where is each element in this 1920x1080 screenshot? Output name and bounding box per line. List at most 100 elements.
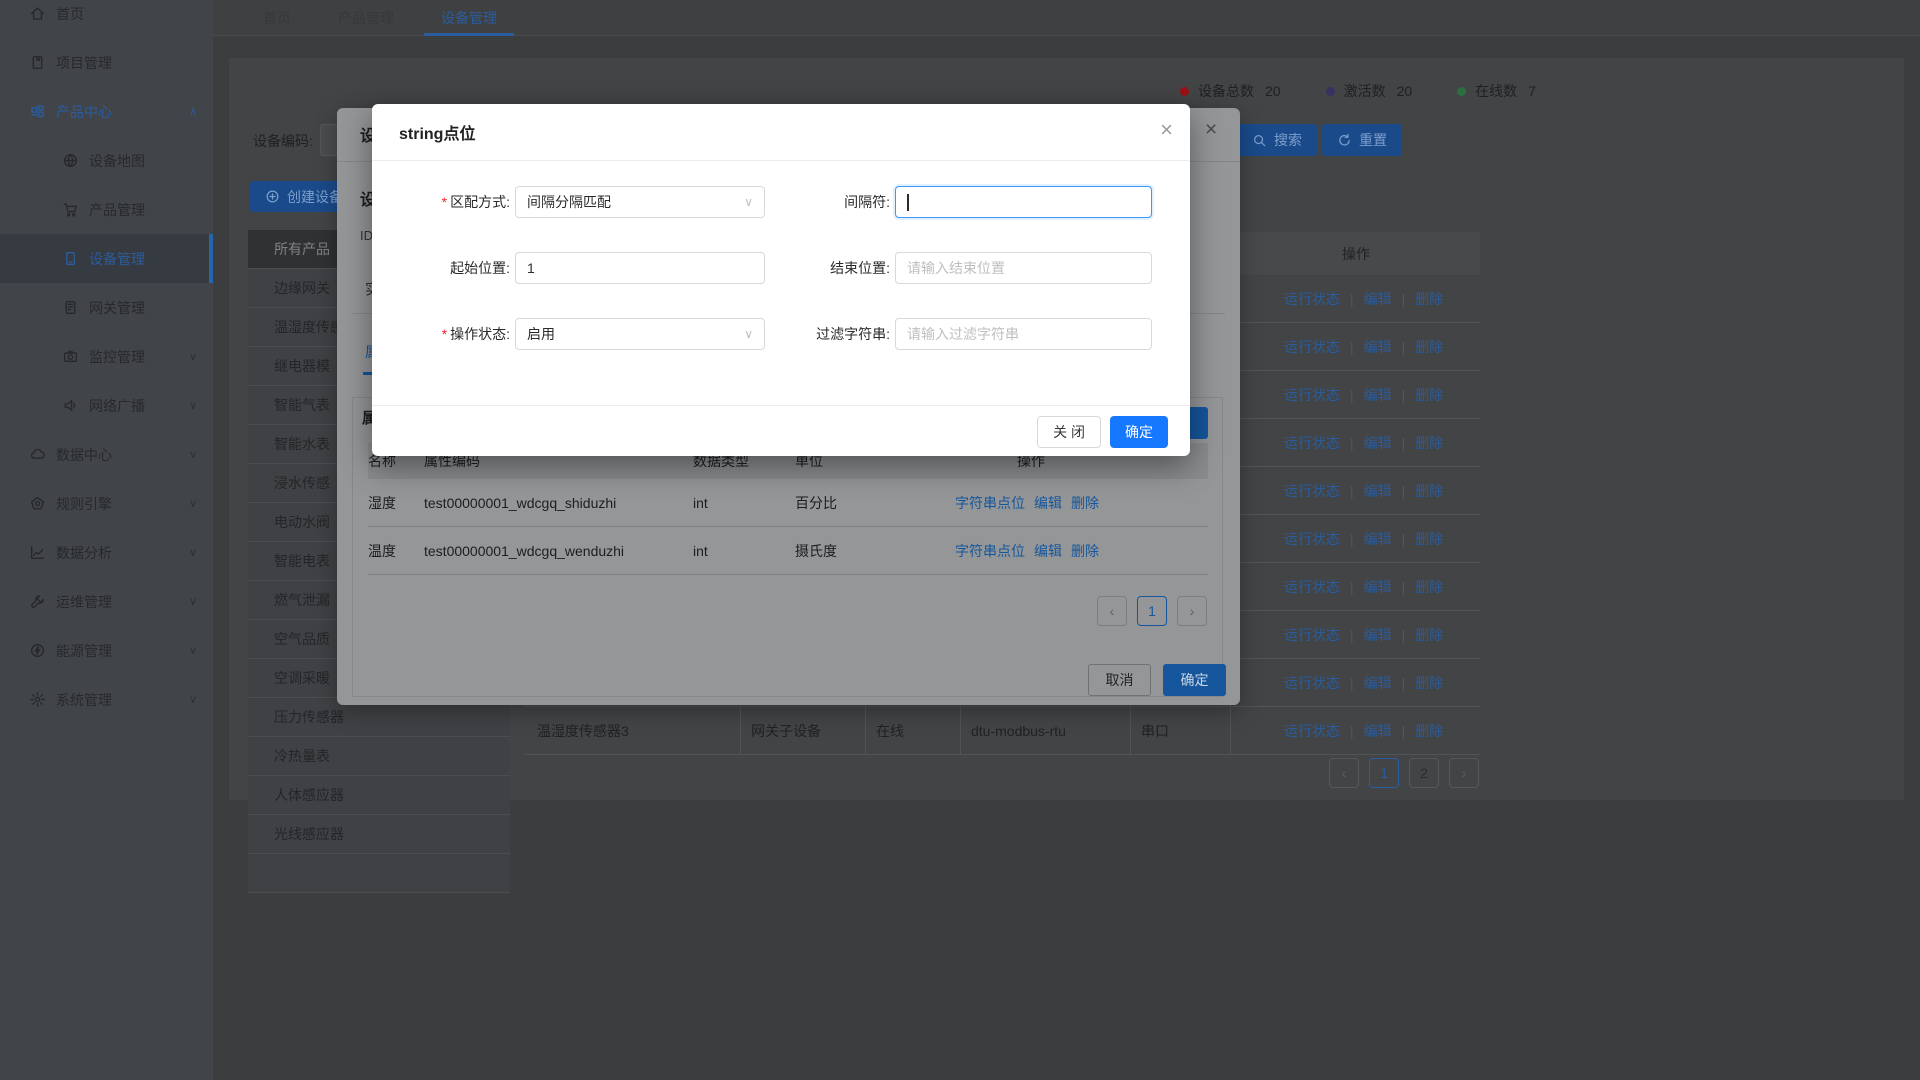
product-list-item[interactable]: 光线感应器	[248, 815, 510, 854]
sidebar-item-data-center[interactable]: 数据中心∨	[0, 430, 213, 479]
row-action-edit-link[interactable]: 编辑	[1364, 625, 1392, 645]
dialog-footer: 关 闭 确定	[372, 416, 1190, 448]
detail-cancel-button[interactable]: 取消	[1088, 664, 1151, 696]
sidebar-item-project-manage[interactable]: 项目管理	[0, 38, 213, 87]
row-action-delete-link[interactable]: 删除	[1415, 385, 1443, 405]
end-pos-input[interactable]: 请输入结束位置	[895, 252, 1152, 284]
status-dot-icon	[1180, 87, 1189, 96]
stat-在线数: 在线数7	[1457, 81, 1536, 101]
action-divider: |	[1402, 675, 1406, 691]
row-action-edit-link[interactable]: 编辑	[1364, 481, 1392, 501]
pentagon-icon	[29, 495, 46, 512]
sidebar-item-product-manage[interactable]: 产品管理	[0, 185, 213, 234]
pagination-next-button[interactable]: ›	[1449, 758, 1479, 788]
table-cell-actions: 运行状态|编辑|删除	[1230, 371, 1480, 418]
attr-action-delete-link[interactable]: 删除	[1071, 543, 1099, 559]
row-action-run-status-link[interactable]: 运行状态	[1284, 433, 1340, 453]
row-action-edit-link[interactable]: 编辑	[1364, 433, 1392, 453]
dialog-ok-button[interactable]: 确定	[1110, 416, 1168, 448]
row-action-delete-link[interactable]: 删除	[1415, 289, 1443, 309]
sidebar-item-network-broadcast[interactable]: 网络广播∨	[0, 381, 213, 430]
attr-pagination-page-1[interactable]: 1	[1137, 596, 1167, 626]
sidebar-item-label: 首页	[56, 4, 84, 24]
sidebar-item-device-manage[interactable]: 设备管理	[0, 234, 213, 283]
dialog-close-icon[interactable]: ×	[1160, 119, 1173, 141]
tab-home[interactable]: 首页	[246, 0, 308, 36]
pagination-prev-button[interactable]: ‹	[1329, 758, 1359, 788]
row-action-run-status-link[interactable]: 运行状态	[1284, 625, 1340, 645]
dialog-close-button[interactable]: 关 闭	[1037, 416, 1101, 448]
action-divider: |	[1402, 435, 1406, 451]
row-action-delete-link[interactable]: 删除	[1415, 625, 1443, 645]
sidebar-item-monitor-manage[interactable]: 监控管理∨	[0, 332, 213, 381]
search-button[interactable]: 搜索	[1237, 124, 1317, 156]
sidebar-item-gateway-manage[interactable]: 网关管理	[0, 283, 213, 332]
reset-button[interactable]: 重置	[1322, 124, 1402, 156]
row-action-edit-link[interactable]: 编辑	[1364, 385, 1392, 405]
row-action-run-status-link[interactable]: 运行状态	[1284, 385, 1340, 405]
filter-str-label: 过滤字符串:	[732, 318, 890, 350]
attr-pagination-next-button[interactable]: ›	[1177, 596, 1207, 626]
attr-action-string-point-link[interactable]: 字符串点位	[955, 495, 1025, 511]
chart-icon	[29, 544, 46, 561]
row-action-edit-link[interactable]: 编辑	[1364, 337, 1392, 357]
row-action-run-status-link[interactable]: 运行状态	[1284, 481, 1340, 501]
sidebar-item-system-manage[interactable]: 系统管理∨	[0, 675, 213, 724]
row-action-delete-link[interactable]: 删除	[1415, 337, 1443, 357]
tab-product-manage[interactable]: 产品管理	[321, 0, 411, 36]
row-action-edit-link[interactable]: 编辑	[1364, 673, 1392, 693]
table-cell: 网关子设备	[740, 707, 865, 754]
required-mark: *	[442, 326, 447, 342]
tab-device-manage[interactable]: 设备管理	[424, 0, 514, 36]
row-action-edit-link[interactable]: 编辑	[1364, 289, 1392, 309]
pagination-page-1[interactable]: 1	[1369, 758, 1399, 788]
row-action-run-status-link[interactable]: 运行状态	[1284, 577, 1340, 597]
product-list-item[interactable]	[248, 854, 510, 893]
detail-modal-close-icon[interactable]: ×	[1205, 119, 1217, 140]
attr-action-delete-link[interactable]: 删除	[1071, 495, 1099, 511]
sidebar-item-rule-engine[interactable]: 规则引擎∨	[0, 479, 213, 528]
pagination-page-2[interactable]: 2	[1409, 758, 1439, 788]
product-list-item[interactable]: 冷热量表	[248, 737, 510, 776]
attr-pagination-prev-button[interactable]: ‹	[1097, 596, 1127, 626]
row-action-delete-link[interactable]: 删除	[1415, 529, 1443, 549]
sidebar-item-data-analysis[interactable]: 数据分析∨	[0, 528, 213, 577]
row-action-run-status-link[interactable]: 运行状态	[1284, 337, 1340, 357]
row-action-run-status-link[interactable]: 运行状态	[1284, 289, 1340, 309]
table-cell-actions: 运行状态|编辑|删除	[1230, 419, 1480, 466]
row-action-run-status-link[interactable]: 运行状态	[1284, 673, 1340, 693]
row-action-delete-link[interactable]: 删除	[1415, 577, 1443, 597]
separator-input[interactable]	[895, 186, 1152, 218]
row-action-edit-link[interactable]: 编辑	[1364, 577, 1392, 597]
detail-ok-button[interactable]: 确定	[1163, 664, 1226, 696]
filter-str-input[interactable]: 请输入过滤字符串	[895, 318, 1152, 350]
attr-action-edit-link[interactable]: 编辑	[1034, 543, 1062, 559]
row-action-run-status-link[interactable]: 运行状态	[1284, 721, 1340, 741]
project-icon	[29, 54, 46, 71]
create-device-label: 创建设备	[287, 187, 343, 207]
sidebar-item-home[interactable]: 首页	[0, 0, 213, 38]
row-action-edit-link[interactable]: 编辑	[1364, 721, 1392, 741]
sidebar-item-ops-manage[interactable]: 运维管理∨	[0, 577, 213, 626]
attr-action-edit-link[interactable]: 编辑	[1034, 495, 1062, 511]
row-action-edit-link[interactable]: 编辑	[1364, 529, 1392, 549]
sidebar-item-label: 数据分析	[56, 543, 112, 563]
row-action-delete-link[interactable]: 删除	[1415, 721, 1443, 741]
row-action-delete-link[interactable]: 删除	[1415, 673, 1443, 693]
match-mode-select[interactable]: 间隔分隔匹配 ∨	[515, 186, 765, 218]
row-action-run-status-link[interactable]: 运行状态	[1284, 529, 1340, 549]
product-list-item[interactable]: 人体感应器	[248, 776, 510, 815]
sidebar-item-product-center[interactable]: 产品中心∧	[0, 87, 213, 136]
op-state-select[interactable]: 启用 ∨	[515, 318, 765, 350]
required-mark: *	[442, 194, 447, 210]
sidebar-item-device-map[interactable]: 设备地图	[0, 136, 213, 185]
row-action-delete-link[interactable]: 删除	[1415, 433, 1443, 453]
stat-value: 20	[1265, 83, 1281, 99]
row-action-delete-link[interactable]: 删除	[1415, 481, 1443, 501]
attr-action-string-point-link[interactable]: 字符串点位	[955, 543, 1025, 559]
app-root: 首页项目管理产品中心∧设备地图产品管理设备管理网关管理监控管理∨网络广播∨数据中…	[0, 0, 1920, 1080]
start-pos-input[interactable]: 1	[515, 252, 765, 284]
attribute-cell-actions: 字符串点位编辑删除	[955, 493, 1208, 513]
sidebar-item-energy-manage[interactable]: 能源管理∨	[0, 626, 213, 675]
stat-激活数: 激活数20	[1326, 81, 1413, 101]
